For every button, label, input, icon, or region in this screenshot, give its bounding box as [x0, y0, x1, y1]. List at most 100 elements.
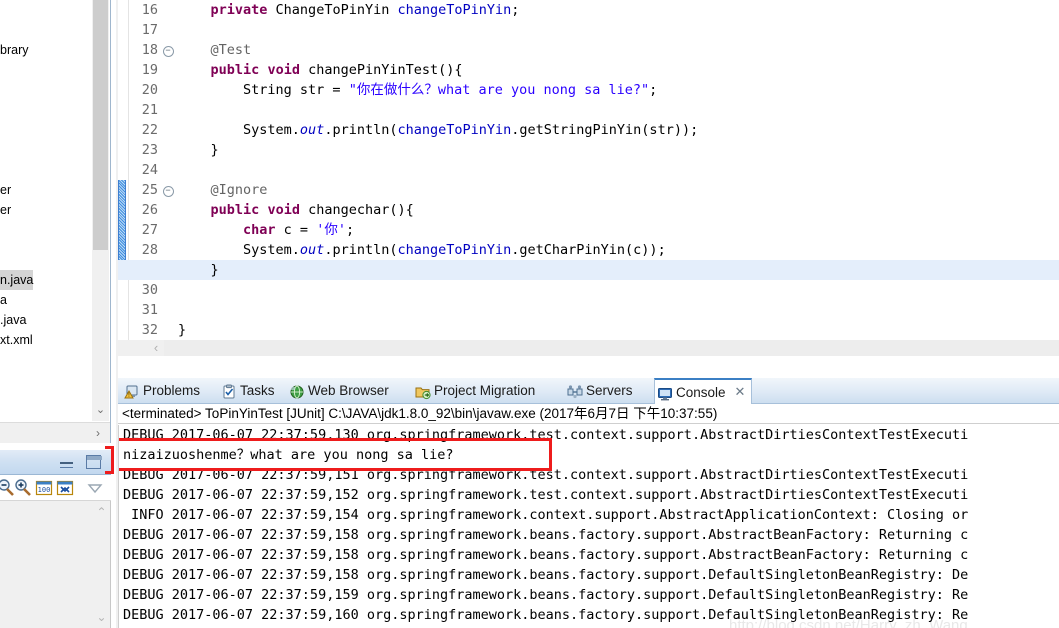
tree-item[interactable]: er: [0, 200, 11, 220]
editor-line-number: 26: [141, 202, 158, 218]
view-menu-icon[interactable]: [85, 478, 105, 498]
editor-code-area[interactable]: private ChangeToPinYin changeToPinYin; @…: [118, 0, 1059, 340]
editor-line-number: 27: [141, 222, 158, 238]
console-line: INFO 2017-06-07 22:37:59,154 org.springf…: [123, 507, 969, 523]
editor-code-line[interactable]: public void changechar(){: [178, 200, 414, 220]
tree-item-label: a: [0, 293, 7, 307]
package-explorer-horizontal-scrollbar[interactable]: ›: [0, 422, 110, 443]
tab-label: Console: [676, 385, 726, 400]
tab-label: Servers: [586, 383, 633, 398]
tasks-icon: [221, 383, 237, 399]
editor-code-line[interactable]: String str = "你在做什么？what are you nong sa…: [178, 80, 657, 100]
outline-view-titlebar: [0, 450, 111, 475]
minimize-icon[interactable]: [60, 458, 73, 468]
tab-web-browser[interactable]: Web Browser: [287, 378, 434, 403]
fit-page-icon[interactable]: [55, 478, 75, 498]
chevron-up-icon[interactable]: ⌃: [93, 505, 110, 519]
console-line: DEBUG 2017-06-07 22:37:59,160 org.spring…: [123, 607, 969, 623]
fold-glyph: −: [162, 186, 174, 197]
console-output[interactable]: http://blog.csdn.net/Harry_zh_Wang DEBUG…: [118, 425, 1059, 628]
package-explorer-panel[interactable]: brary er er n.java a .java xt.xml ⌄ ›: [0, 0, 111, 443]
console-icon: [657, 385, 673, 401]
problems-icon: !: [124, 383, 140, 399]
console-line: DEBUG 2017-06-07 22:37:59,152 org.spring…: [123, 487, 969, 503]
fold-collapse-icon[interactable]: −: [162, 180, 174, 200]
editor-line-number: 20: [141, 82, 158, 98]
editor-code-line[interactable]: System.out.println(changeToPinYin.getCha…: [178, 240, 666, 260]
editor-line-number: 17: [141, 22, 158, 38]
editor-line-number: 18: [141, 42, 158, 58]
console-line: DEBUG 2017-06-07 22:37:59,151 org.spring…: [123, 467, 969, 483]
console-line: DEBUG 2017-06-07 22:37:59,158 org.spring…: [123, 547, 969, 563]
tree-item[interactable]: n.java: [0, 270, 34, 290]
editor-line-number: 22: [141, 122, 158, 138]
zoom-in-icon[interactable]: [13, 478, 33, 498]
editor-line-number: 31: [141, 302, 158, 318]
outline-vertical-scrollbar[interactable]: ⌃ ⌄: [93, 501, 110, 628]
outline-view-body: ⌃ ⌄: [0, 501, 111, 628]
editor-code-line[interactable]: }: [178, 140, 219, 160]
tab-project-migration[interactable]: Project Migration: [413, 378, 586, 403]
chevron-down-icon[interactable]: ⌄: [92, 402, 109, 419]
chevron-down-icon[interactable]: ⌄: [93, 610, 110, 624]
bottom-view-stack[interactable]: ! Problems Tasks Web Browser Project Migrati…: [118, 378, 1059, 628]
editor-code-line[interactable]: @Test: [178, 40, 252, 60]
tree-item-label: er: [0, 203, 12, 217]
editor-code-line[interactable]: }: [118, 260, 1059, 280]
fold-glyph: −: [162, 46, 174, 57]
tree-item[interactable]: a: [0, 290, 7, 310]
editor-code-line[interactable]: public void changePinYinTest(){: [178, 60, 463, 80]
tab-console[interactable]: Console ✕: [654, 378, 752, 404]
tree-item[interactable]: brary: [0, 40, 28, 60]
tree-item[interactable]: xt.xml: [0, 330, 33, 350]
close-icon[interactable]: ✕: [734, 385, 746, 398]
code-editor[interactable]: 161718192021222324252627282930313233 pri…: [118, 0, 1059, 358]
project-tree[interactable]: brary er er n.java a .java xt.xml: [0, 0, 88, 421]
zoom-100-icon[interactable]: 100: [34, 478, 54, 498]
editor-line-number: 32: [141, 322, 158, 338]
fold-collapse-icon[interactable]: −: [162, 40, 174, 60]
servers-icon: [567, 383, 583, 399]
tab-label: Web Browser: [308, 383, 389, 398]
annotation-red-corner: [105, 446, 114, 474]
editor-line-numbers: 161718192021222324252627282930313233: [128, 0, 160, 358]
console-line: nizaizuoshenme？what are you nong sa lie?: [123, 447, 454, 463]
editor-line-number: 16: [141, 2, 158, 18]
editor-code-line[interactable]: }: [178, 320, 186, 340]
tab-label: Tasks: [240, 383, 275, 398]
editor-code-line[interactable]: private ChangeToPinYin changeToPinYin;: [178, 0, 520, 20]
editor-code-line[interactable]: @Ignore: [178, 180, 268, 200]
tree-item[interactable]: .java: [0, 310, 26, 330]
editor-line-number: 19: [141, 62, 158, 78]
outline-view-toolbar[interactable]: 100: [0, 475, 111, 501]
zoom-100-label: 100: [38, 486, 51, 494]
editor-horizontal-scrollbar[interactable]: ‹: [118, 340, 1059, 356]
console-terminated-header: <terminated> ToPinYinTest [JUnit] C:\JAV…: [118, 404, 1059, 424]
chevron-right-icon[interactable]: ›: [90, 425, 106, 441]
editor-line-number: 21: [141, 102, 158, 118]
tree-item-label: brary: [0, 43, 29, 57]
web-browser-icon: [289, 383, 305, 399]
chevron-left-icon[interactable]: ‹: [148, 340, 164, 356]
editor-code-line[interactable]: System.out.println(changeToPinYin.getStr…: [178, 120, 698, 140]
project-migration-icon: [415, 383, 431, 400]
tree-item-label: xt.xml: [0, 333, 33, 347]
tab-label: Problems: [143, 383, 201, 398]
console-line: DEBUG 2017-06-07 22:37:59,158 org.spring…: [123, 567, 969, 583]
outline-view-panel[interactable]: 100 ⌃ ⌄: [0, 450, 111, 628]
tree-item-label: .java: [0, 313, 27, 327]
svg-text:!: !: [128, 392, 130, 399]
editor-line-number: 24: [141, 162, 158, 178]
tab-label: Project Migration: [434, 383, 536, 398]
view-tab-bar[interactable]: ! Problems Tasks Web Browser Project Migrati…: [118, 378, 1059, 404]
scrollbar-thumb[interactable]: [93, 0, 108, 250]
editor-code-line[interactable]: char c = '你';: [178, 220, 354, 240]
package-explorer-vertical-scrollbar[interactable]: ⌄: [92, 0, 109, 421]
editor-line-number: 28: [141, 242, 158, 258]
maximize-icon[interactable]: [86, 455, 102, 469]
tree-item[interactable]: er: [0, 180, 11, 200]
editor-line-number: 25: [141, 182, 158, 198]
editor-line-number: 30: [141, 282, 158, 298]
scrollbar-track[interactable]: [164, 340, 1059, 356]
tree-item-label: er: [0, 183, 12, 197]
